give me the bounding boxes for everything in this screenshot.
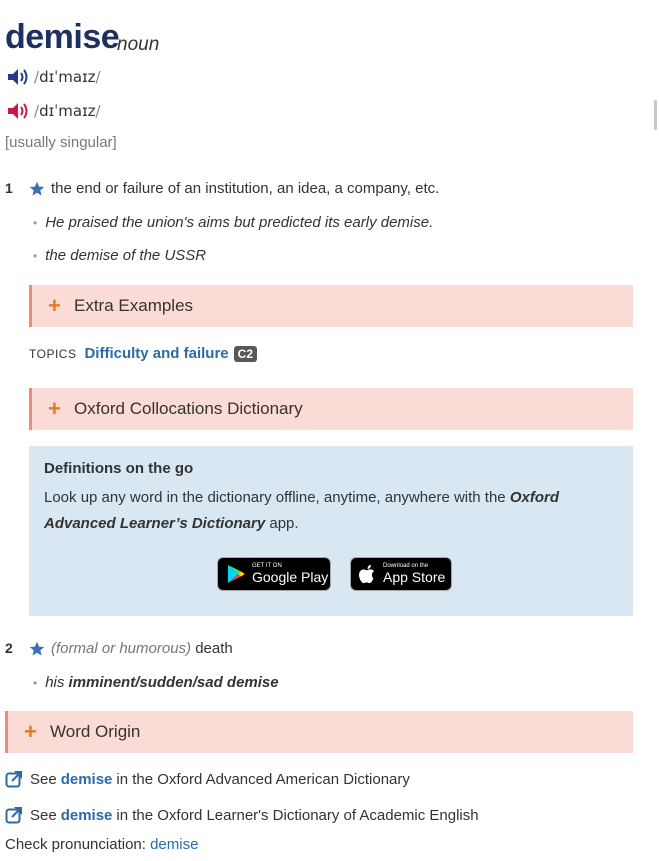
google-play-button[interactable]: GET IT ON Google Play — [217, 557, 331, 591]
app-promo: Definitions on the go Look up any word i… — [29, 446, 633, 616]
pron-us-row: /dɪˈmaɪz/ — [7, 100, 101, 122]
example: • his imminent/sudden/sad demise — [33, 674, 279, 691]
register-label: (formal or humorous) — [51, 640, 192, 657]
xref-link[interactable]: demise — [61, 771, 113, 788]
promo-heading: Definitions on the go — [44, 460, 194, 477]
external-link-icon — [5, 807, 22, 824]
speaker-br-icon[interactable] — [7, 67, 31, 87]
check-pron-link[interactable]: demise — [150, 836, 198, 853]
definition: the end or failure of an institution, an… — [51, 180, 440, 197]
xref-link[interactable]: demise — [61, 807, 113, 824]
pron-br-row: /dɪˈmaɪz/ — [7, 66, 101, 88]
topic-link[interactable]: Difficulty and failure — [84, 345, 228, 362]
pron-br: /dɪˈmaɪz/ — [34, 68, 101, 86]
plus-icon: + — [48, 293, 61, 318]
google-play-icon — [228, 565, 245, 583]
word-origin-expander[interactable]: + Word Origin — [5, 711, 633, 753]
pron-us: /dɪˈmaɪz/ — [34, 102, 101, 120]
xref-academic: See demise in the Oxford Learner's Dicti… — [5, 806, 479, 824]
check-pronunciation: Check pronunciation: demise — [5, 836, 199, 853]
sense-number: 1 — [5, 180, 13, 196]
scrollbar-thumb[interactable] — [654, 100, 657, 130]
definition: (formal or humorous) death — [51, 640, 233, 657]
app-store-button[interactable]: Download on the App Store — [350, 557, 452, 591]
topics-label: TOPICS — [29, 346, 77, 361]
grammar-label: [usually singular] — [5, 134, 117, 151]
external-link-icon — [5, 771, 22, 788]
part-of-speech: noun — [117, 34, 160, 55]
apple-icon — [359, 564, 374, 584]
extra-examples-expander[interactable]: + Extra Examples — [29, 285, 633, 327]
star-icon — [29, 641, 45, 657]
sense-number: 2 — [5, 640, 13, 656]
example: • the demise of the USSR — [33, 247, 207, 264]
example: • He praised the union's aims but predict… — [33, 214, 434, 231]
speaker-us-icon[interactable] — [7, 101, 31, 121]
headword: demise — [5, 18, 120, 56]
level-badge: C2 — [233, 345, 257, 362]
collocations-expander[interactable]: + Oxford Collocations Dictionary — [29, 388, 633, 430]
promo-body: Look up any word in the dictionary offli… — [44, 489, 559, 532]
plus-icon: + — [24, 719, 37, 744]
plus-icon: + — [48, 396, 61, 421]
star-icon — [29, 181, 45, 197]
xref-american: See demise in the Oxford Advanced Americ… — [5, 770, 410, 788]
topics: TOPICS Difficulty and failure C2 — [29, 345, 257, 362]
